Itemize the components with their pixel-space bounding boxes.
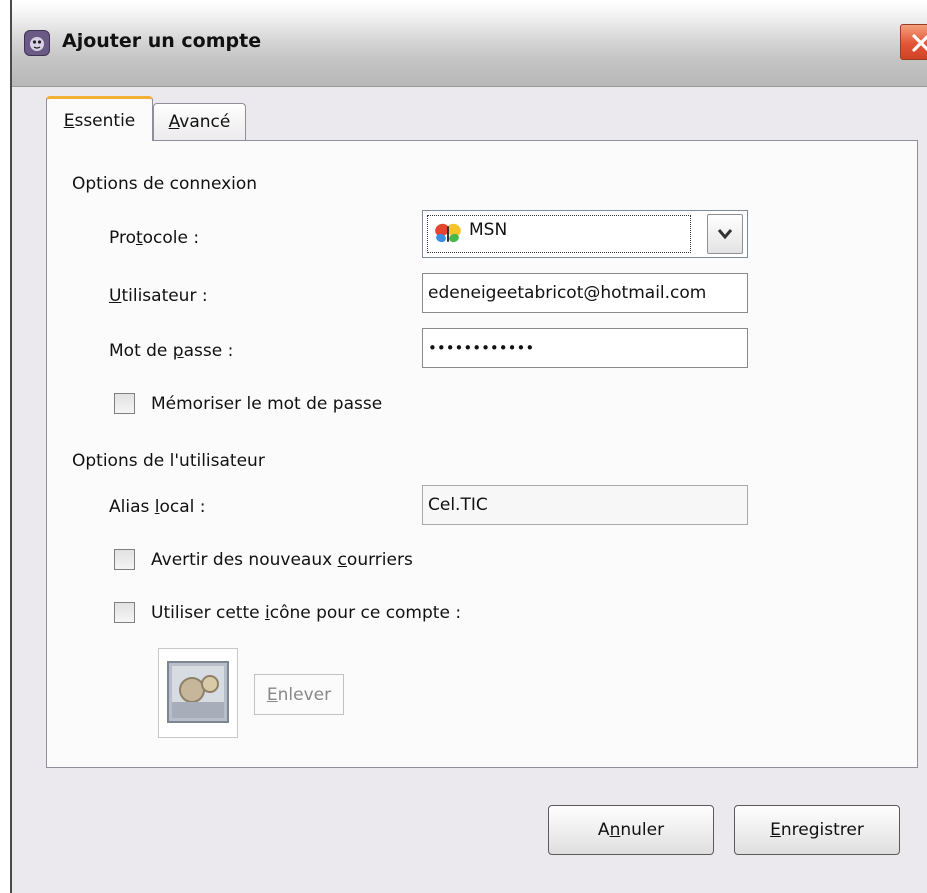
remember-password-checkbox[interactable] — [114, 393, 135, 414]
tab-avance-label: vancé — [179, 112, 231, 132]
tab-avance-mnemonic: A — [168, 112, 180, 132]
new-mail-checkbox[interactable] — [114, 549, 135, 570]
cancel-button[interactable]: Annuler — [548, 805, 714, 855]
window-title: Ajouter un compte — [62, 30, 262, 52]
protocol-select[interactable]: MSN — [422, 210, 748, 258]
tab-essentie-label: ssentie — [74, 111, 136, 131]
pidgin-icon — [24, 30, 50, 56]
buddy-icon-placeholder — [167, 661, 229, 723]
username-label: Utilisateur : — [109, 286, 208, 306]
remember-password-label[interactable]: Mémoriser le mot de passe — [151, 394, 382, 414]
buddy-icon-button[interactable] — [158, 648, 238, 738]
chevron-down-icon — [717, 229, 733, 240]
connection-section-title: Options de connexion — [72, 174, 258, 194]
new-mail-label[interactable]: Avertir des nouveaux courriers — [151, 550, 413, 570]
alias-input[interactable]: Cel.TIC — [422, 485, 748, 525]
close-icon — [912, 34, 927, 52]
alias-label: Alias local : — [109, 497, 206, 517]
password-input[interactable]: •••••••••••• — [422, 328, 748, 368]
protocol-value: MSN — [469, 220, 508, 240]
password-label: Mot de passe : — [109, 341, 234, 361]
remove-icon-button[interactable]: Enlever — [254, 674, 344, 715]
title-bar[interactable]: Ajouter un compte — [12, 0, 927, 87]
msn-butterfly-icon — [435, 223, 461, 243]
username-input[interactable]: edeneigeetabricot@hotmail.com — [422, 273, 748, 313]
use-icon-checkbox[interactable] — [114, 602, 135, 623]
save-button[interactable]: Enregistrer — [734, 805, 900, 855]
protocol-select-focus — [427, 215, 691, 253]
protocol-dropdown-button[interactable] — [707, 214, 743, 254]
dialog-window: Ajouter un compte Essentie Avancé Option… — [10, 0, 927, 893]
use-icon-label[interactable]: Utiliser cette icône pour ce compte : — [151, 603, 461, 623]
user-section-title: Options de l'utilisateur — [72, 451, 265, 471]
tab-essentie-mnemonic: E — [63, 111, 75, 131]
tab-avance[interactable]: Avancé — [153, 103, 246, 141]
tab-essentie[interactable]: Essentie — [46, 96, 153, 141]
protocol-label: Protocole : — [109, 228, 200, 248]
close-button[interactable] — [900, 24, 927, 60]
